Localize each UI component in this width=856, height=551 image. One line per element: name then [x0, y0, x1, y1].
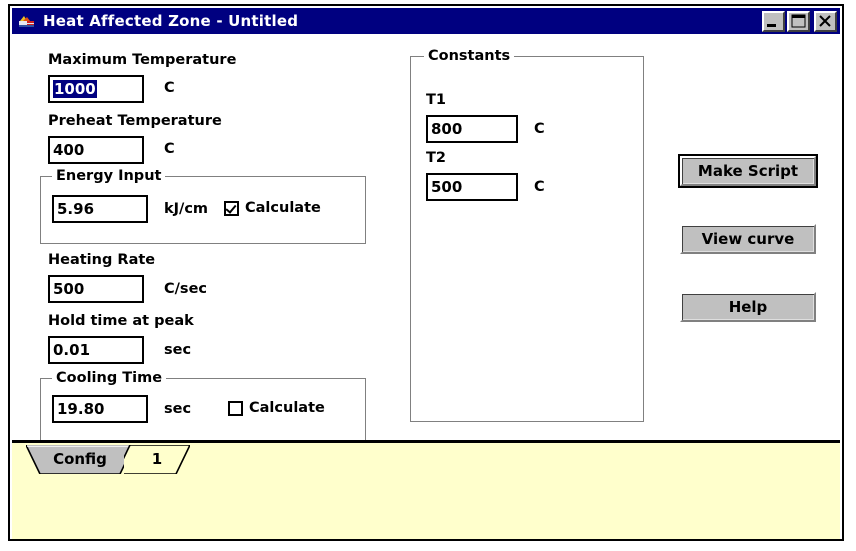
preheat-temperature-value: 400	[53, 141, 85, 159]
maximize-icon[interactable]	[787, 10, 810, 32]
welding-flag-icon	[18, 13, 36, 29]
t2-input[interactable]: 500	[426, 173, 518, 201]
t1-value: 800	[431, 120, 463, 138]
maximum-temperature-value: 1000	[53, 80, 97, 98]
energy-input-calculate-label: Calculate	[245, 200, 321, 216]
energy-input-calculate-checkbox[interactable]: Calculate	[224, 200, 321, 216]
energy-input-group-label: Energy Input	[52, 168, 166, 184]
cooling-time-input[interactable]: 19.80	[52, 395, 148, 423]
t1-input[interactable]: 800	[426, 115, 518, 143]
t1-label: T1	[426, 92, 446, 108]
cooling-time-group-label: Cooling Time	[52, 370, 167, 386]
heating-rate-unit: C/sec	[164, 281, 207, 297]
tab-1-label: 1	[151, 450, 163, 468]
preheat-temperature-label: Preheat Temperature	[48, 113, 222, 129]
close-icon[interactable]	[814, 10, 837, 32]
t1-unit: C	[534, 121, 545, 137]
tab-config[interactable]: Config	[26, 445, 134, 474]
checkmark-icon	[224, 200, 239, 216]
hold-time-input[interactable]: 0.01	[48, 336, 144, 364]
hold-time-label: Hold time at peak	[48, 313, 194, 329]
minimize-icon[interactable]	[762, 10, 785, 32]
tab-strip: Config 1	[12, 443, 840, 475]
help-button[interactable]: Help	[680, 292, 816, 322]
tab-config-label: Config	[53, 450, 107, 468]
maximum-temperature-label: Maximum Temperature	[48, 52, 237, 68]
checkbox-empty-icon	[228, 400, 243, 416]
constants-group-label: Constants	[424, 48, 515, 64]
t2-value: 500	[431, 178, 463, 196]
tab-pane: Config 1	[12, 443, 840, 539]
application-window: Heat Affected Zone - Untitled Maximum Te…	[8, 4, 844, 541]
view-curve-button[interactable]: View curve	[680, 224, 816, 254]
energy-input-value: 5.96	[57, 200, 95, 218]
heating-rate-input[interactable]: 500	[48, 275, 144, 303]
t2-unit: C	[534, 179, 545, 195]
preheat-temperature-unit: C	[164, 141, 175, 157]
cooling-time-calculate-label: Calculate	[249, 400, 325, 416]
cooling-time-unit: sec	[164, 401, 192, 417]
maximum-temperature-unit: C	[164, 80, 175, 96]
t2-label: T2	[426, 150, 446, 166]
constants-group	[410, 56, 644, 422]
heating-rate-value: 500	[53, 280, 85, 298]
cooling-time-calculate-checkbox[interactable]: Calculate	[228, 400, 325, 416]
cooling-time-value: 19.80	[57, 400, 105, 418]
make-script-button[interactable]: Make Script	[678, 154, 818, 188]
window-title: Heat Affected Zone - Untitled	[43, 12, 299, 30]
tab-1[interactable]: 1	[124, 445, 190, 474]
hold-time-unit: sec	[164, 342, 192, 358]
preheat-temperature-input[interactable]: 400	[48, 136, 144, 164]
energy-input-input[interactable]: 5.96	[52, 195, 148, 223]
energy-input-unit: kJ/cm	[164, 201, 209, 217]
heating-rate-label: Heating Rate	[48, 252, 156, 268]
title-bar[interactable]: Heat Affected Zone - Untitled	[12, 8, 840, 34]
hold-time-value: 0.01	[53, 341, 91, 359]
maximum-temperature-input[interactable]: 1000	[48, 75, 144, 103]
